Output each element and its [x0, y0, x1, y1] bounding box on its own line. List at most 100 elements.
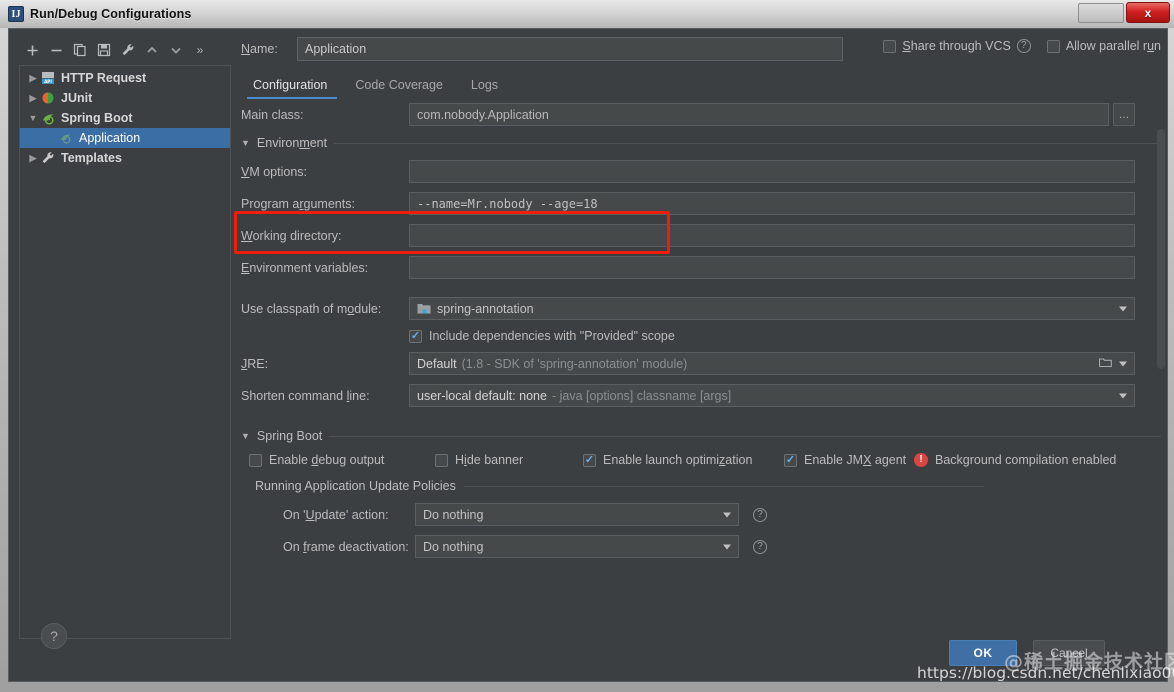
name-input[interactable]: Application: [297, 37, 843, 61]
share-through-vcs-option[interactable]: Share through VCS ?: [883, 39, 1031, 53]
dialog-scrollbar[interactable]: [1157, 129, 1165, 369]
use-classpath-row: Use classpath of module: spring-annotati…: [241, 297, 1161, 320]
jre-label: JRE:: [241, 356, 269, 371]
tree-item-spring-boot[interactable]: ▼ Spring Boot: [20, 108, 230, 128]
chevron-down-icon[interactable]: [1119, 361, 1127, 366]
chevron-down-icon[interactable]: [723, 512, 731, 517]
share-vcs-help-icon[interactable]: ?: [1016, 39, 1031, 53]
title-bar: IJ Run/Debug Configurations x: [0, 0, 1174, 28]
tree-item-templates[interactable]: ▶ Templates: [20, 148, 230, 168]
enable-jmx-agent-option[interactable]: Enable JMX agent: [784, 453, 914, 467]
close-button[interactable]: x: [1126, 2, 1170, 23]
chevron-right-icon[interactable]: ▶: [26, 73, 40, 84]
help-button[interactable]: ?: [41, 623, 67, 649]
chevron-down-icon[interactable]: [1119, 306, 1127, 311]
on-frame-deactivation-help-icon[interactable]: ?: [753, 539, 767, 554]
chevron-down-icon[interactable]: ▼: [241, 431, 250, 441]
shorten-command-line-dropdown[interactable]: user-local default: none - java [options…: [409, 384, 1135, 407]
configuration-editor-panel: Name: Application Share through VCS ? Al…: [241, 35, 1161, 647]
hide-banner-checkbox[interactable]: [435, 453, 448, 467]
window-frame: IJ Run/Debug Configurations x » ▶ API HT…: [0, 0, 1174, 692]
allow-parallel-run-option[interactable]: Allow parallel run: [1046, 39, 1161, 53]
on-update-action-help-icon[interactable]: ?: [753, 507, 767, 522]
enable-launch-optimization-checkbox[interactable]: [583, 453, 596, 467]
chevron-down-icon[interactable]: [1119, 393, 1127, 398]
tree-item-label: Application: [79, 131, 141, 145]
tree-item-application[interactable]: Application: [20, 128, 230, 148]
add-configuration-button[interactable]: [21, 39, 43, 61]
hide-banner-label: Hide banner: [455, 453, 524, 467]
jre-folder-icon-wrap: [1098, 357, 1112, 371]
on-update-action-row: On 'Update' action: Do nothing ?: [283, 503, 1161, 526]
tab-logs[interactable]: Logs: [459, 74, 514, 99]
shorten-command-line-hint: - java [options] classname [args]: [551, 388, 732, 403]
tree-item-http-request[interactable]: ▶ API HTTP Request: [20, 68, 230, 88]
enable-launch-optimization-option[interactable]: Enable launch optimization: [583, 453, 784, 467]
vm-options-input[interactable]: [409, 160, 1135, 183]
copy-configuration-button[interactable]: [69, 39, 91, 61]
working-directory-label: Working directory:: [241, 228, 342, 243]
move-down-button[interactable]: [165, 39, 187, 61]
chevron-down-icon[interactable]: [723, 544, 731, 549]
chevron-down-icon[interactable]: ▼: [26, 113, 40, 123]
tree-item-label: Spring Boot: [61, 111, 133, 125]
ok-button[interactable]: OK: [949, 640, 1017, 666]
include-provided-checkbox[interactable]: [409, 329, 422, 343]
on-update-action-value: Do nothing: [423, 507, 484, 522]
name-label-mnemonic: N: [241, 42, 251, 56]
enable-jmx-agent-checkbox[interactable]: [784, 453, 797, 467]
save-configuration-button[interactable]: [93, 39, 115, 61]
program-arguments-input[interactable]: --name=Mr.nobody --age=18: [409, 192, 1135, 215]
section-divider: [334, 142, 1161, 144]
folder-icon[interactable]: [1098, 357, 1112, 371]
section-divider: [329, 435, 1161, 437]
chevron-right-icon[interactable]: ▶: [26, 93, 40, 104]
name-label-rest: ame:: [250, 42, 278, 56]
enable-debug-output-checkbox[interactable]: [249, 453, 262, 467]
use-classpath-value: spring-annotation: [437, 301, 534, 316]
main-class-input[interactable]: com.nobody.Application: [409, 103, 1109, 126]
tree-item-label: Templates: [61, 151, 122, 165]
tree-item-junit[interactable]: ▶ JUnit: [20, 88, 230, 108]
move-up-button[interactable]: [141, 39, 163, 61]
shorten-command-line-value: user-local default: none: [417, 388, 547, 403]
allow-parallel-run-checkbox[interactable]: [1046, 39, 1060, 53]
main-class-browse-button[interactable]: …: [1113, 103, 1135, 126]
background-compilation-label: Background compilation enabled: [935, 453, 1117, 467]
spring-boot-options-row: Enable debug output Hide banner Enable l…: [249, 453, 1161, 467]
chevron-right-icon[interactable]: ▶: [26, 153, 40, 164]
spring-boot-section-header[interactable]: ▼ Spring Boot: [241, 429, 1161, 443]
tab-configuration[interactable]: Configuration: [241, 74, 343, 99]
tree-item-label: JUnit: [61, 91, 93, 105]
update-policies-label: Running Application Update Policies: [255, 479, 456, 493]
use-classpath-dropdown[interactable]: spring-annotation: [409, 297, 1135, 320]
working-directory-input[interactable]: [409, 224, 1135, 247]
window-title: Run/Debug Configurations: [30, 7, 192, 21]
background-compilation-status: ! Background compilation enabled: [914, 453, 1116, 467]
configurations-tree[interactable]: ▶ API HTTP Request ▶ JUnit ▼ Spring Boot…: [19, 65, 231, 639]
minimize-maximize-group[interactable]: [1078, 2, 1124, 23]
enable-debug-output-option[interactable]: Enable debug output: [249, 453, 435, 467]
hide-banner-option[interactable]: Hide banner: [435, 453, 583, 467]
jre-dropdown[interactable]: Default (1.8 - SDK of 'spring-annotation…: [409, 352, 1135, 375]
on-frame-deactivation-label: On frame deactivation:: [283, 539, 409, 554]
remove-configuration-button[interactable]: [45, 39, 67, 61]
cancel-button[interactable]: Cancel: [1033, 640, 1105, 666]
on-update-action-dropdown[interactable]: Do nothing: [415, 503, 739, 526]
enable-debug-output-label: Enable debug output: [269, 453, 385, 467]
shorten-command-line-row: Shorten command line: user-local default…: [241, 384, 1161, 407]
chevron-down-icon[interactable]: ▼: [241, 138, 250, 148]
environment-section-label: Environment: [256, 136, 328, 150]
share-vcs-checkbox[interactable]: [883, 39, 897, 53]
environment-variables-input[interactable]: [409, 256, 1135, 279]
include-provided-option[interactable]: Include dependencies with "Provided" sco…: [409, 329, 675, 343]
run-debug-configurations-dialog: » ▶ API HTTP Request ▶ JUnit ▼ Spring Bo…: [8, 28, 1168, 682]
wrench-icon[interactable]: [117, 39, 139, 61]
on-frame-deactivation-dropdown[interactable]: Do nothing: [415, 535, 739, 558]
include-provided-label: Include dependencies with "Provided" sco…: [429, 329, 675, 343]
program-arguments-label: Program arguments:: [241, 196, 355, 211]
tab-code-coverage[interactable]: Code Coverage: [343, 74, 459, 99]
more-actions-button[interactable]: »: [189, 39, 211, 61]
svg-text:API: API: [44, 79, 52, 84]
environment-section-header[interactable]: ▼ Environment: [241, 136, 1161, 150]
